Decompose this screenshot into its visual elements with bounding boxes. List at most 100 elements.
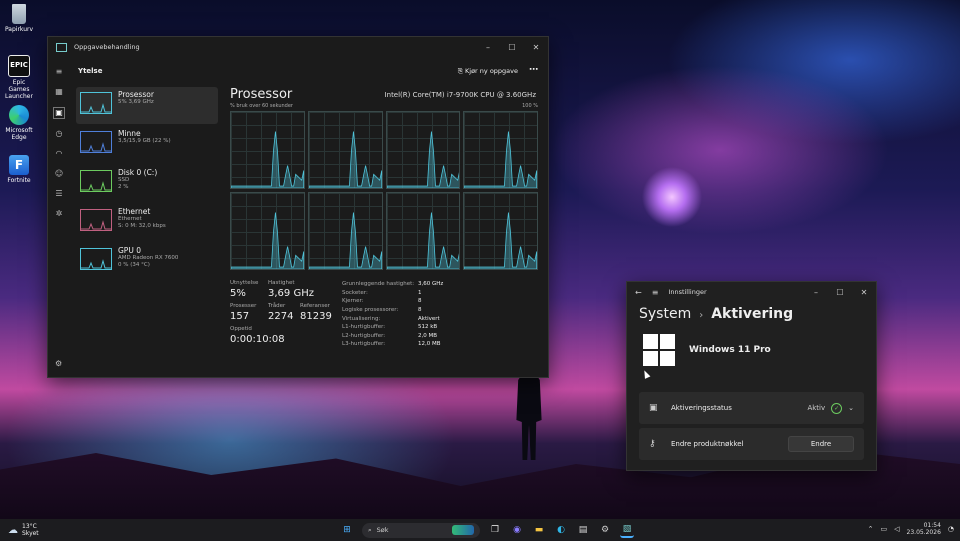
task-manager-nav-rail: ≡ ▦ ▣ ◷ ◠ ☺ ☰ ✲ ⚙ xyxy=(48,57,70,377)
perf-thumbnail xyxy=(80,170,112,192)
start-windows-icon[interactable]: ⊞ xyxy=(340,523,354,537)
product-header: Windows 11 Pro xyxy=(627,326,876,374)
edge-taskbar-icon[interactable]: ◐ xyxy=(554,523,568,537)
check-circle-icon: ✓ xyxy=(831,402,843,414)
network-icon[interactable]: ▭ xyxy=(881,525,888,533)
perf-thumbnail xyxy=(80,131,112,153)
taskbar-search[interactable]: ⌕ Søk xyxy=(362,522,480,538)
perf-item-detail: 0 % (34 °C) xyxy=(118,262,150,268)
task-manager-titlebar[interactable]: Oppgavebehandling – ☐ ✕ xyxy=(48,37,548,57)
settings-gear-icon[interactable]: ⚙ xyxy=(55,359,62,369)
breadcrumb-current: Aktivering xyxy=(711,306,794,322)
maximize-button[interactable]: ☐ xyxy=(828,288,852,297)
processes-icon[interactable]: ▦ xyxy=(55,87,63,97)
change-key-label: Endre produktnøkkel xyxy=(671,440,744,448)
file-explorer-icon[interactable]: ▬ xyxy=(532,523,546,537)
clock[interactable]: 01:54 23.05.2026 xyxy=(907,522,941,536)
breadcrumb-chevron-icon: › xyxy=(699,310,704,321)
fortnite-icon: F xyxy=(9,155,29,175)
clock-date: 23.05.2026 xyxy=(906,529,941,536)
more-options-icon[interactable]: ⋯ xyxy=(529,65,538,75)
spec-value: 2,0 MB xyxy=(418,332,438,339)
stat-value: 0:00:10:08 xyxy=(230,334,285,345)
users-icon[interactable]: ☺ xyxy=(55,169,63,179)
performance-icon[interactable]: ▣ xyxy=(53,107,65,119)
weather-widget[interactable]: ☁ 13°C Skyet xyxy=(8,523,39,537)
stat-label: Tråder xyxy=(268,303,286,309)
hamburger-menu-icon[interactable]: ≡ xyxy=(56,67,63,77)
activation-label: Aktiveringsstatus xyxy=(671,404,732,412)
desktop-icon-recycle-bin[interactable]: Papirkurv xyxy=(4,4,34,33)
store-icon[interactable]: ▤ xyxy=(576,523,590,537)
task-manager-taskbar-icon[interactable]: ▧ xyxy=(620,522,634,538)
perf-item[interactable]: Prosessor 5% 3,69 GHz xyxy=(76,87,218,124)
chevron-up-icon[interactable]: ⌃ xyxy=(868,525,874,533)
startup-apps-icon[interactable]: ◠ xyxy=(56,149,63,159)
cpu-specs: Grunnleggende hastighet: 3,60 GHz Socketer… xyxy=(342,280,458,349)
maximize-button[interactable]: ☐ xyxy=(500,43,524,52)
settings-titlebar[interactable]: ← ≡ Innstillinger – ☐ ✕ xyxy=(627,282,876,302)
performance-list: Prosessor 5% 3,69 GHz Minne 3,5/15,9 GB (22… xyxy=(76,87,218,282)
recycle-bin-icon xyxy=(12,4,26,24)
hamburger-menu-icon[interactable]: ≡ xyxy=(652,288,659,297)
spec-label: Virtualisering: xyxy=(342,315,381,322)
weather-condition: Skyet xyxy=(22,530,39,537)
cpu-core-graph xyxy=(385,111,461,189)
close-button[interactable]: ✕ xyxy=(524,43,548,52)
volume-icon[interactable]: ◁ xyxy=(894,525,899,533)
stat-value: 3,69 GHz xyxy=(268,288,314,299)
back-arrow-icon[interactable]: ← xyxy=(635,288,642,297)
close-button[interactable]: ✕ xyxy=(852,288,876,297)
stat-value: 5% xyxy=(230,288,246,299)
chevron-down-icon[interactable]: ⌄ xyxy=(848,404,854,412)
cpu-core-graph xyxy=(307,111,383,189)
graph-axis-max: 100 % xyxy=(522,103,538,109)
perf-item[interactable]: GPU 0 AMD Radeon RX 7600 0 % (34 °C) xyxy=(76,243,218,280)
perf-item-detail: S: 0 M: 32,0 kbps xyxy=(118,223,166,229)
spec-value: 3,60 GHz xyxy=(418,281,444,287)
details-icon[interactable]: ☰ xyxy=(55,189,62,199)
spec-value: 512 kB xyxy=(418,324,438,331)
change-key-button[interactable]: Endre xyxy=(788,436,854,452)
section-title: Ytelse xyxy=(78,67,103,75)
perf-item[interactable]: Ethernet Ethernet S: 0 M: 32,0 kbps xyxy=(76,204,218,241)
perf-thumbnail xyxy=(80,248,112,270)
perf-item-name: Prosessor xyxy=(118,90,154,99)
task-view-icon[interactable]: ❐ xyxy=(488,523,502,537)
cloud-icon: ☁ xyxy=(8,524,18,536)
processor-detail: Prosessor Intel(R) Core(TM) i7-9700K CPU… xyxy=(230,87,538,371)
desktop-icon-edge[interactable]: Microsoft Edge xyxy=(4,105,34,141)
stat-label: Prosesser xyxy=(230,303,257,309)
perf-item[interactable]: Disk 0 (C:) SSD 2 % xyxy=(76,165,218,202)
app-history-icon[interactable]: ◷ xyxy=(56,129,63,139)
minimize-button[interactable]: – xyxy=(804,288,828,297)
stat-label: Hastighet xyxy=(268,280,295,286)
services-icon[interactable]: ✲ xyxy=(56,209,63,219)
system-tray: ⌃ ▭ ◁ 01:54 23.05.2026 ◔ xyxy=(868,522,954,536)
edge-icon xyxy=(9,105,29,125)
perf-item[interactable]: Minne 3,5/15,9 GB (22 %) xyxy=(76,126,218,163)
stat-value: 81239 xyxy=(300,311,332,322)
run-new-task-button[interactable]: ⎘ Kjør ny oppgave xyxy=(458,67,518,76)
cpu-core-graph xyxy=(230,192,305,270)
cpu-core-graph xyxy=(463,111,538,189)
run-task-icon: ⎘ xyxy=(457,66,463,75)
desktop-icon-label: Microsoft Edge xyxy=(5,127,33,141)
activation-status-card[interactable]: ▣ Aktiveringsstatus Aktiv ✓ ⌄ xyxy=(639,392,864,424)
minimize-button[interactable]: – xyxy=(476,43,500,52)
cpu-core-graph xyxy=(463,192,538,270)
breadcrumb-system[interactable]: System xyxy=(639,306,691,322)
notification-bell-icon[interactable]: ◔ xyxy=(948,525,954,533)
epic-games-icon: EPIC xyxy=(8,55,30,77)
clock-time: 01:54 xyxy=(923,522,941,529)
desktop-icon-epic-games[interactable]: EPIC Epic Games Launcher xyxy=(4,55,34,100)
settings-taskbar-icon[interactable]: ⚙ xyxy=(598,523,612,537)
perf-item-name: Disk 0 (C:) xyxy=(118,168,158,177)
weather-temp: 13°C xyxy=(22,523,37,530)
chat-icon[interactable]: ◉ xyxy=(510,523,524,537)
desktop-icon-fortnite[interactable]: F Fortnite xyxy=(4,155,34,184)
search-highlight-image xyxy=(452,525,474,535)
search-placeholder: Søk xyxy=(376,526,389,534)
stat-value: 157 xyxy=(230,311,250,322)
breadcrumb: System › Aktivering xyxy=(627,302,876,326)
